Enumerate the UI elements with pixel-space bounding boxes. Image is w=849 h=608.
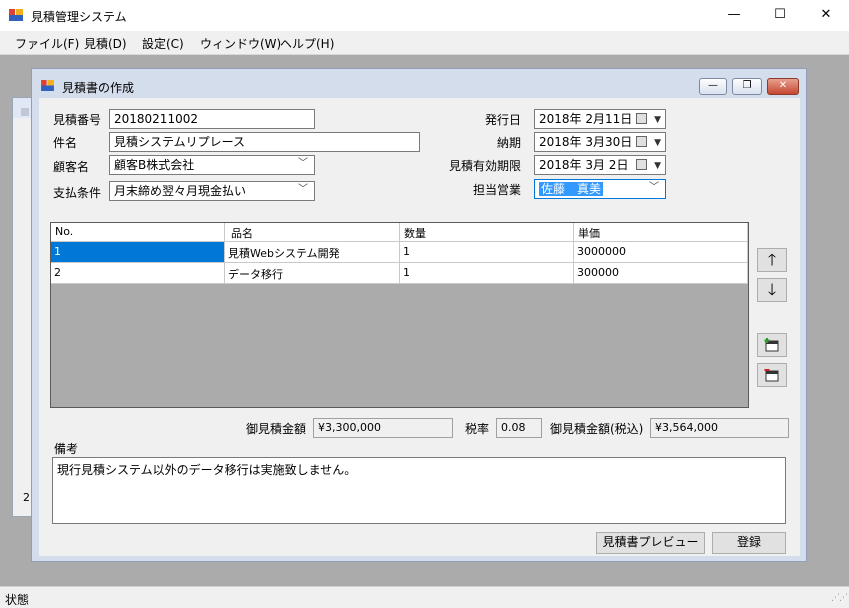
status-text: 状態	[5, 593, 30, 607]
status-bar: 状態 ⋰⋰	[0, 586, 849, 608]
delete-row-icon	[764, 369, 779, 382]
menu-file[interactable]: ファイル(F)	[15, 35, 79, 52]
resize-grip-icon[interactable]: ⋰⋰	[831, 593, 848, 603]
customer-combo[interactable]: 顧客B株式会社 ﹀	[109, 155, 315, 175]
table-cell[interactable]: 3000000	[574, 242, 748, 263]
payment-terms-label: 支払条件	[53, 186, 102, 200]
arrow-up-icon: 🡑	[767, 250, 777, 269]
amount-value: ¥3,300,000	[313, 418, 453, 438]
table-cell[interactable]: 300000	[574, 263, 748, 284]
delivery-date-label: 納期	[496, 136, 521, 150]
menu-settings[interactable]: 設定(C)	[142, 35, 184, 52]
payment-terms-value: 月末締め翌々月現金払い	[114, 184, 247, 198]
table-cell[interactable]: 1	[400, 242, 574, 263]
chevron-down-icon[interactable]: ﹀	[298, 183, 308, 197]
dialog-client-area: 見積番号 20180211002 件名 見積システムリプレース 顧客名 顧客B株…	[39, 98, 800, 556]
add-row-icon	[764, 338, 779, 352]
notes-label: 備考	[54, 442, 79, 456]
total-with-tax-label: 御見積金額(税込)	[550, 422, 644, 436]
move-down-button[interactable]: 🡓	[757, 278, 787, 302]
calendar-icon[interactable]	[636, 113, 647, 124]
table-cell[interactable]: 2	[51, 263, 225, 284]
notes-textarea[interactable]: 現行見積システム以外のデータ移行は実施致しません。	[52, 457, 786, 524]
subject-label: 件名	[53, 136, 78, 150]
register-button[interactable]: 登録	[712, 532, 786, 554]
column-header-no[interactable]: No.	[51, 223, 225, 242]
app-titlebar[interactable]: 見積管理システム — ☐ ✕	[0, 0, 849, 31]
column-header-price[interactable]: 単価	[574, 223, 748, 242]
valid-until-picker[interactable]: 2018年 3月 2日 ▼	[534, 155, 666, 175]
menu-estimate[interactable]: 見積(D)	[84, 35, 127, 52]
dropdown-arrow-icon[interactable]: ▼	[654, 159, 661, 173]
sales-rep-label: 担当営業	[472, 183, 521, 197]
arrow-down-icon: 🡓	[767, 280, 777, 299]
app-icon	[9, 9, 23, 21]
tax-rate-value: 0.08	[496, 418, 542, 438]
estimate-no-input[interactable]: 20180211002	[109, 109, 315, 129]
calendar-icon[interactable]	[636, 136, 647, 147]
dropdown-arrow-icon[interactable]: ▼	[654, 113, 661, 127]
menu-help[interactable]: ヘルプ(H)	[280, 35, 334, 52]
minimize-button[interactable]: —	[711, 0, 757, 31]
valid-until-label: 見積有効期限	[448, 159, 521, 173]
amount-label: 御見積金額	[246, 422, 307, 436]
issue-date-label: 発行日	[484, 113, 521, 127]
dialog-restore-button[interactable]: ❐	[732, 78, 762, 95]
table-cell[interactable]: 1	[400, 263, 574, 284]
customer-label: 顧客名	[53, 160, 90, 174]
estimate-dialog: 見積書の作成 — ❐ ✕ 見積番号 20180211002 件名 見積システムリ…	[31, 68, 807, 562]
preview-button[interactable]: 見積書プレビュー	[596, 532, 705, 554]
delivery-date-value: 2018年 3月30日	[539, 135, 633, 149]
chevron-down-icon[interactable]: ﹀	[649, 181, 659, 195]
menu-window[interactable]: ウィンドウ(W)	[200, 35, 281, 52]
subject-input[interactable]: 見積システムリプレース	[109, 132, 420, 152]
close-button[interactable]: ✕	[803, 0, 849, 31]
add-row-button[interactable]	[757, 333, 787, 357]
table-cell[interactable]: データ移行	[225, 263, 400, 284]
move-up-button[interactable]: 🡑	[757, 248, 787, 272]
issue-date-picker[interactable]: 2018年 2月11日 ▼	[534, 109, 666, 129]
customer-value: 顧客B株式会社	[114, 158, 195, 172]
dialog-title: 見積書の作成	[62, 81, 135, 95]
column-header-qty[interactable]: 数量	[400, 223, 574, 242]
issue-date-value: 2018年 2月11日	[539, 112, 633, 126]
estimate-no-label: 見積番号	[53, 113, 102, 127]
column-header-name[interactable]: 品名	[225, 223, 400, 242]
background-child-text: 2	[23, 491, 30, 504]
dropdown-arrow-icon[interactable]: ▼	[654, 136, 661, 150]
calendar-icon[interactable]	[636, 159, 647, 170]
background-child-icon	[21, 108, 29, 116]
menu-bar: ファイル(F) 見積(D) 設定(C) ウィンドウ(W) ヘルプ(H)	[0, 31, 849, 55]
delivery-date-picker[interactable]: 2018年 3月30日 ▼	[534, 132, 666, 152]
delete-row-button[interactable]	[757, 363, 787, 387]
app-title: 見積管理システム	[31, 10, 127, 24]
items-grid[interactable]: No. 品名 数量 単価 1 見積Webシステム開発 1 3000000 2 デ…	[50, 222, 749, 408]
dialog-caption[interactable]: 見積書の作成 — ❐ ✕	[32, 69, 806, 98]
valid-until-value: 2018年 3月 2日	[539, 158, 629, 172]
total-with-tax-value: ¥3,564,000	[650, 418, 789, 438]
sales-rep-value: 佐藤 真美	[539, 182, 604, 196]
payment-terms-combo[interactable]: 月末締め翌々月現金払い ﹀	[109, 181, 315, 201]
dialog-icon	[41, 80, 54, 91]
tax-rate-label: 税率	[465, 422, 490, 436]
maximize-button[interactable]: ☐	[757, 0, 803, 31]
table-cell[interactable]: 見積Webシステム開発	[225, 242, 400, 263]
dialog-close-button[interactable]: ✕	[767, 78, 799, 95]
table-cell[interactable]: 1	[51, 242, 225, 263]
dialog-minimize-button[interactable]: —	[699, 78, 727, 95]
sales-rep-combo[interactable]: 佐藤 真美 ﹀	[534, 179, 666, 199]
chevron-down-icon[interactable]: ﹀	[298, 157, 308, 171]
